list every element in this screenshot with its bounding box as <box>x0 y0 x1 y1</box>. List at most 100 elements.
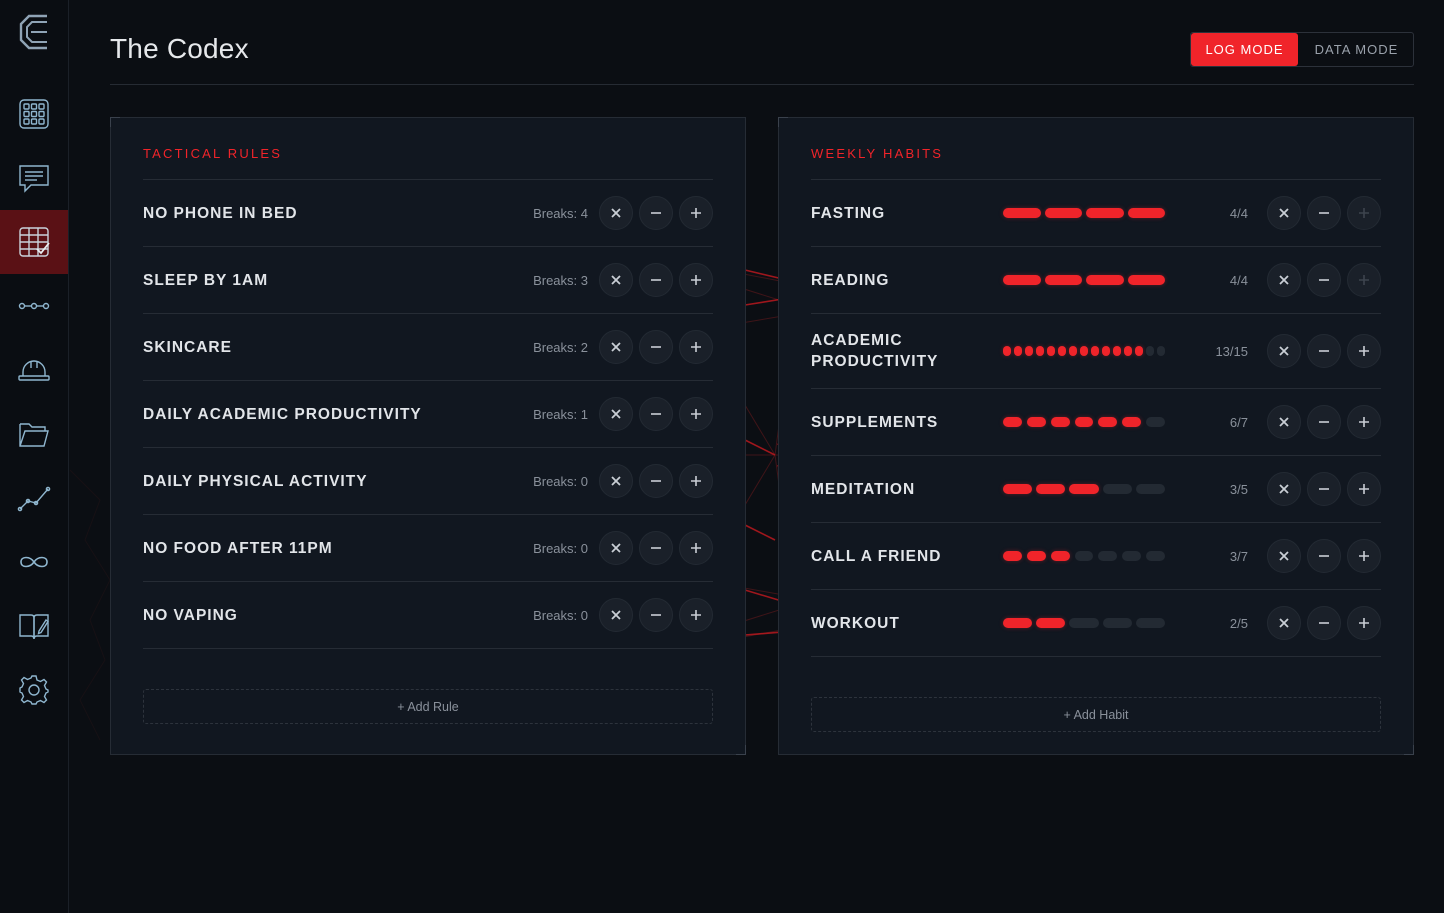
progress-segment <box>1044 208 1082 218</box>
progress-segment <box>1113 346 1121 356</box>
rule-row: NO PHONE IN BED Breaks: 4 <box>143 180 713 247</box>
close-icon <box>610 274 622 286</box>
reset-button[interactable] <box>599 397 633 431</box>
progress-segment <box>1044 275 1082 285</box>
decrement-button[interactable] <box>1307 334 1341 368</box>
decrement-button[interactable] <box>1307 196 1341 230</box>
add-habit-button[interactable]: + Add Habit <box>811 697 1381 732</box>
row-controls <box>599 381 713 447</box>
increment-button[interactable] <box>1347 405 1381 439</box>
codex-logo[interactable] <box>17 12 55 52</box>
minus-icon <box>650 274 662 286</box>
folder-icon <box>19 423 49 447</box>
nav-trend[interactable] <box>0 466 68 530</box>
increment-button[interactable] <box>1347 263 1381 297</box>
increment-button[interactable] <box>1347 472 1381 506</box>
decrement-button[interactable] <box>639 531 673 565</box>
decrement-button[interactable] <box>639 263 673 297</box>
increment-button[interactable] <box>1347 334 1381 368</box>
habit-name: MEDITATION <box>811 480 916 498</box>
increment-button[interactable] <box>679 196 713 230</box>
progress-segment <box>1086 208 1124 218</box>
decrement-button[interactable] <box>1307 606 1341 640</box>
increment-button[interactable] <box>679 263 713 297</box>
nav-grid[interactable] <box>0 82 68 146</box>
reset-button[interactable] <box>599 464 633 498</box>
decrement-button[interactable] <box>639 397 673 431</box>
rule-name: NO PHONE IN BED <box>143 204 298 222</box>
progress-segment <box>1003 346 1011 356</box>
reset-button[interactable] <box>1267 196 1301 230</box>
reset-button[interactable] <box>1267 405 1301 439</box>
decrement-button[interactable] <box>639 464 673 498</box>
increment-button[interactable] <box>1347 539 1381 573</box>
increment-button[interactable] <box>679 531 713 565</box>
habit-name: FASTING <box>811 204 886 222</box>
decrement-button[interactable] <box>1307 539 1341 573</box>
panel-corner <box>110 117 120 127</box>
header-divider <box>110 84 1414 85</box>
plus-icon <box>690 274 702 286</box>
panel-title: TACTICAL RULES <box>143 146 283 161</box>
minus-icon <box>650 609 662 621</box>
nav-settings[interactable] <box>0 658 68 722</box>
nav-timeline[interactable] <box>0 274 68 338</box>
increment-button[interactable] <box>679 464 713 498</box>
habit-count: 6/7 <box>1229 414 1248 430</box>
decrement-button[interactable] <box>639 196 673 230</box>
weekly-habits-panel: WEEKLY HABITS FASTING 4/4 READING 4/4 ACADEM… <box>778 117 1414 755</box>
log-mode-button[interactable]: LOG MODE <box>1191 33 1298 66</box>
decrement-button[interactable] <box>639 330 673 364</box>
decrement-button[interactable] <box>639 598 673 632</box>
reset-button[interactable] <box>599 598 633 632</box>
rule-row: SKINCARE Breaks: 2 <box>143 314 713 381</box>
plus-icon <box>690 341 702 353</box>
minus-icon <box>1318 207 1330 219</box>
decrement-button[interactable] <box>1307 263 1341 297</box>
progress-segment <box>1036 618 1066 628</box>
journal-pen-icon <box>19 614 49 640</box>
reset-button[interactable] <box>1267 606 1301 640</box>
reset-button[interactable] <box>599 196 633 230</box>
reset-button[interactable] <box>1267 263 1301 297</box>
decrement-button[interactable] <box>1307 405 1341 439</box>
add-rule-button[interactable]: + Add Rule <box>143 689 713 724</box>
nav-folder[interactable] <box>0 402 68 466</box>
reset-button[interactable] <box>1267 539 1301 573</box>
habit-progress-bar <box>1003 523 1166 589</box>
mode-switch: LOG MODE DATA MODE <box>1190 32 1414 67</box>
decrement-button[interactable] <box>1307 472 1341 506</box>
progress-segment <box>1098 551 1118 561</box>
progress-segment <box>1003 208 1041 218</box>
grid-icon <box>19 99 49 129</box>
increment-button[interactable] <box>679 330 713 364</box>
nav-checklist[interactable] <box>0 210 68 274</box>
data-mode-button[interactable]: DATA MODE <box>1298 33 1413 66</box>
reset-button[interactable] <box>1267 334 1301 368</box>
reset-button[interactable] <box>1267 472 1301 506</box>
close-icon <box>610 207 622 219</box>
row-controls <box>599 180 713 246</box>
progress-segment <box>1014 346 1022 356</box>
increment-button[interactable] <box>1347 606 1381 640</box>
minus-icon <box>1318 345 1330 357</box>
nav-journal[interactable] <box>0 594 68 658</box>
plus-icon <box>1358 207 1370 219</box>
increment-button[interactable] <box>679 397 713 431</box>
reset-button[interactable] <box>599 330 633 364</box>
panel-corner <box>1404 745 1414 755</box>
plus-icon <box>1358 345 1370 357</box>
progress-segment <box>1091 346 1099 356</box>
increment-button[interactable] <box>1347 196 1381 230</box>
nav-hard-hat[interactable] <box>0 338 68 402</box>
trend-chart-icon <box>17 486 51 512</box>
nav-infinity[interactable] <box>0 530 68 594</box>
increment-button[interactable] <box>679 598 713 632</box>
habit-count: 4/4 <box>1229 272 1248 288</box>
reset-button[interactable] <box>599 531 633 565</box>
progress-segment <box>1086 275 1124 285</box>
progress-segment <box>1047 346 1055 356</box>
reset-button[interactable] <box>599 263 633 297</box>
progress-segment <box>1074 417 1094 427</box>
nav-chat[interactable] <box>0 146 68 210</box>
